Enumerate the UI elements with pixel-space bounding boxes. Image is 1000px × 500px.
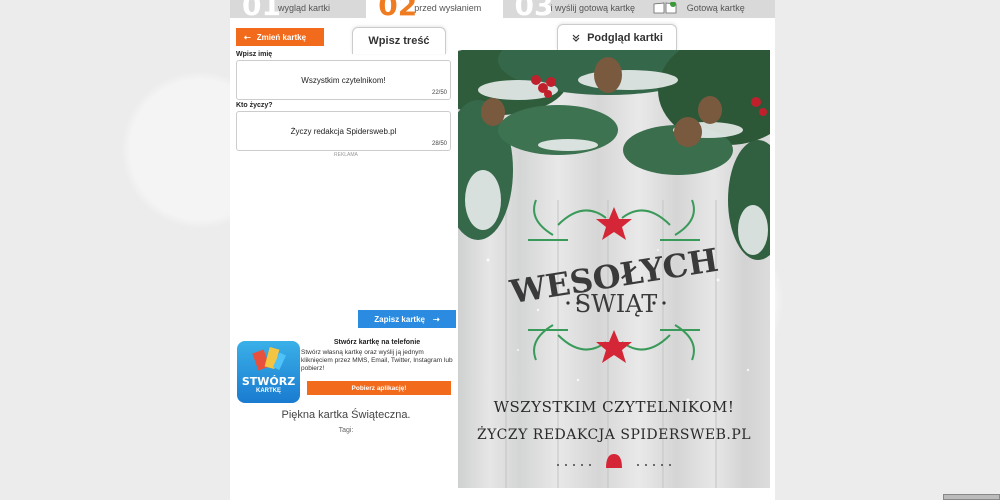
book-icon [653,2,677,14]
from-field-value: Życzy redakcja Spidersweb.pl [290,127,397,136]
pencil-icon [252,347,287,371]
from-field-label: Kto życzy? [236,102,273,109]
step-3[interactable]: 03 i wyślij gotową kartkę [503,0,639,18]
arrow-right-icon: ⇢ [433,314,440,324]
chevron-down-icon [572,34,580,42]
card-name: Piękna kartka Świąteczna. [281,409,411,421]
step-label: i wyślij gotową kartkę [550,3,636,13]
save-card-label: Zapisz kartkę [374,314,425,324]
tab-label: Wpisz treść [368,35,430,47]
step-label: Gotową kartkę [686,3,745,13]
step-label: przed wysłaniem [414,3,482,13]
name-field[interactable]: Wszystkim czytelnikom! 22/50 [236,60,451,100]
step-number: 03 [514,0,554,18]
step-1[interactable]: 01 wygląd kartki [230,0,366,18]
download-app-button[interactable]: Pobierz aplikację! [307,381,451,395]
card-artwork: WESOŁYCH ŚWIĄT [458,50,770,488]
name-field-label: Wpisz imię [236,51,273,58]
step-number: 01 [242,0,281,18]
steps-bar: 01 wygląd kartki 02 przed wysłaniem 03 i… [230,0,775,18]
name-char-counter: 22/50 [431,90,447,96]
step-2[interactable]: 02 przed wysłaniem [366,0,503,18]
app-promo-title: Stwórz kartkę na telefonie [333,339,421,346]
card-wish-line2: ŻYCZY REDAKCJA SPIDERSWEB.PL [476,427,752,443]
tab-label: Podgląd kartki [587,32,663,44]
arrow-left-icon: ⇠ [244,32,251,42]
name-field-value: Wszystkim czytelnikom! [301,76,386,85]
change-card-label: Zmień kartkę [256,32,307,42]
from-char-counter: 28/50 [431,141,447,147]
app-icon-subtext: KARTKĘ [256,388,281,394]
app-promo-description: Stwórz własną kartkę oraz wyślij ją jedn… [301,349,453,372]
step-number: 02 [378,0,418,18]
app-icon[interactable]: STWÓRZ KARTKĘ [237,341,300,403]
tags-label: Tagi: [338,427,354,434]
card-wish-line1: WSZYSTKIM CZYTELNIKOM! [493,398,735,416]
card-preview: WESOŁYCH ŚWIĄT WSZYSTKIM CZYTELNIKOM! ŻY… [458,50,770,488]
step-4[interactable]: Gotową kartkę [639,0,775,18]
card-title-line2: ŚWIĄT [575,289,658,318]
save-card-button[interactable]: Zapisz kartkę ⇢ [358,310,456,328]
tab-write-content[interactable]: Wpisz treść [352,27,446,54]
app-icon-text: STWÓRZ [241,375,296,388]
step-label: wygląd kartki [278,3,331,13]
tab-card-preview[interactable]: Podgląd kartki [557,24,677,51]
ad-label: REKLAMA [334,152,358,158]
from-field[interactable]: Życzy redakcja Spidersweb.pl 28/50 [236,111,451,151]
scrollbar-corner[interactable] [943,494,1000,500]
change-card-button[interactable]: ⇠ Zmień kartkę [236,28,324,46]
download-app-label: Pobierz aplikację! [351,384,407,392]
